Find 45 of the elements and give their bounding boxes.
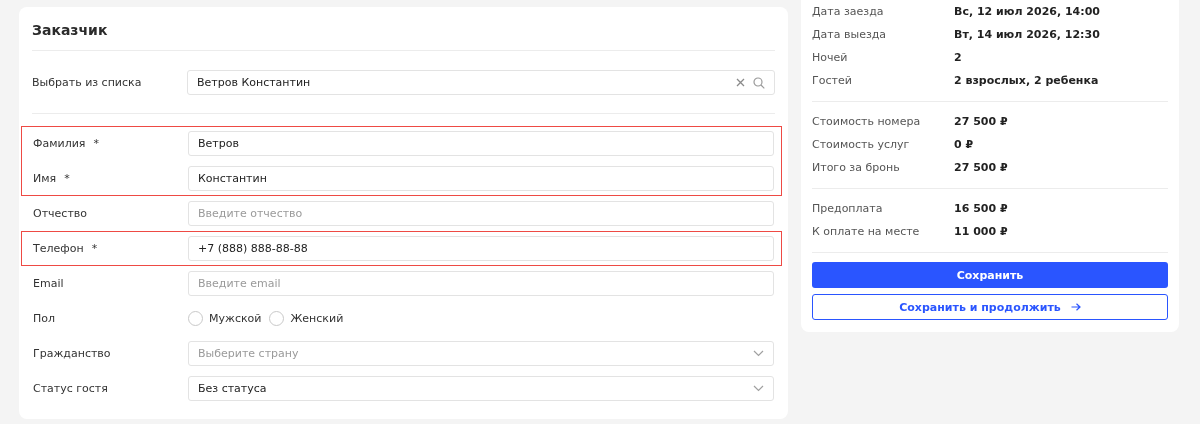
input-field[interactable]: Ветров bbox=[188, 131, 774, 156]
summary-label: Гостей bbox=[812, 74, 853, 87]
required-mark: * bbox=[93, 137, 99, 150]
close-icon[interactable] bbox=[736, 78, 745, 87]
summary-label: Стоимость услуг bbox=[812, 138, 911, 151]
required-mark: * bbox=[64, 172, 70, 185]
summary-value: 16 500 ₽ bbox=[954, 202, 1008, 215]
field-label: Имя bbox=[33, 172, 57, 185]
input-field[interactable]: +7 (888) 888-88-88 bbox=[188, 236, 774, 261]
radio-label[interactable]: Мужской bbox=[209, 312, 262, 325]
radio-label[interactable]: Женский bbox=[290, 312, 344, 325]
input-field[interactable]: Константин bbox=[188, 166, 774, 191]
summary-value: 0 ₽ bbox=[954, 138, 974, 151]
summary-value: 2 bbox=[954, 51, 962, 64]
summary-label: Стоимость номера bbox=[812, 115, 922, 128]
summary-label: Ночей bbox=[812, 51, 849, 64]
field-label: Гражданство bbox=[33, 347, 111, 360]
field-label: Телефон bbox=[33, 242, 84, 255]
field-label: Пол bbox=[33, 312, 56, 325]
select-field[interactable]: Без статуса bbox=[188, 376, 774, 401]
summary-value: Вт, 14 июл 2026, 12:30 bbox=[954, 28, 1100, 41]
summary-label: Итого за бронь bbox=[812, 161, 901, 174]
field-label: Выбрать из списка bbox=[32, 76, 142, 89]
required-mark: * bbox=[91, 242, 98, 255]
field-label: Отчество bbox=[33, 207, 87, 220]
summary-label: Предоплата bbox=[812, 202, 884, 215]
section-title: Заказчик bbox=[32, 22, 108, 38]
summary-value: Вс, 12 июл 2026, 14:00 bbox=[954, 5, 1100, 18]
field-label: Статус гостя bbox=[33, 382, 108, 395]
field-label: Email bbox=[33, 277, 64, 290]
summary-value: 2 взрослых, 2 ребенка bbox=[954, 74, 1099, 87]
summary-label: Дата заезда bbox=[812, 5, 885, 18]
customer-search-field[interactable]: Ветров Константин bbox=[187, 70, 775, 95]
summary-label: К оплате на месте bbox=[812, 225, 921, 238]
summary-value: 11 000 ₽ bbox=[954, 225, 1008, 238]
summary-value: 27 500 ₽ bbox=[954, 115, 1008, 128]
search-icon[interactable] bbox=[753, 76, 765, 89]
save-button[interactable]: Сохранить bbox=[812, 262, 1168, 288]
summary-label: Дата выезда bbox=[812, 28, 888, 41]
summary-value: 27 500 ₽ bbox=[954, 161, 1008, 174]
arrow-right-icon bbox=[1070, 303, 1081, 311]
chevron-down-icon bbox=[753, 385, 764, 392]
field-label: Фамилия bbox=[33, 137, 86, 150]
chevron-down-icon bbox=[753, 350, 764, 357]
save-and-continue-button[interactable]: Сохранить и продолжить bbox=[812, 294, 1168, 320]
